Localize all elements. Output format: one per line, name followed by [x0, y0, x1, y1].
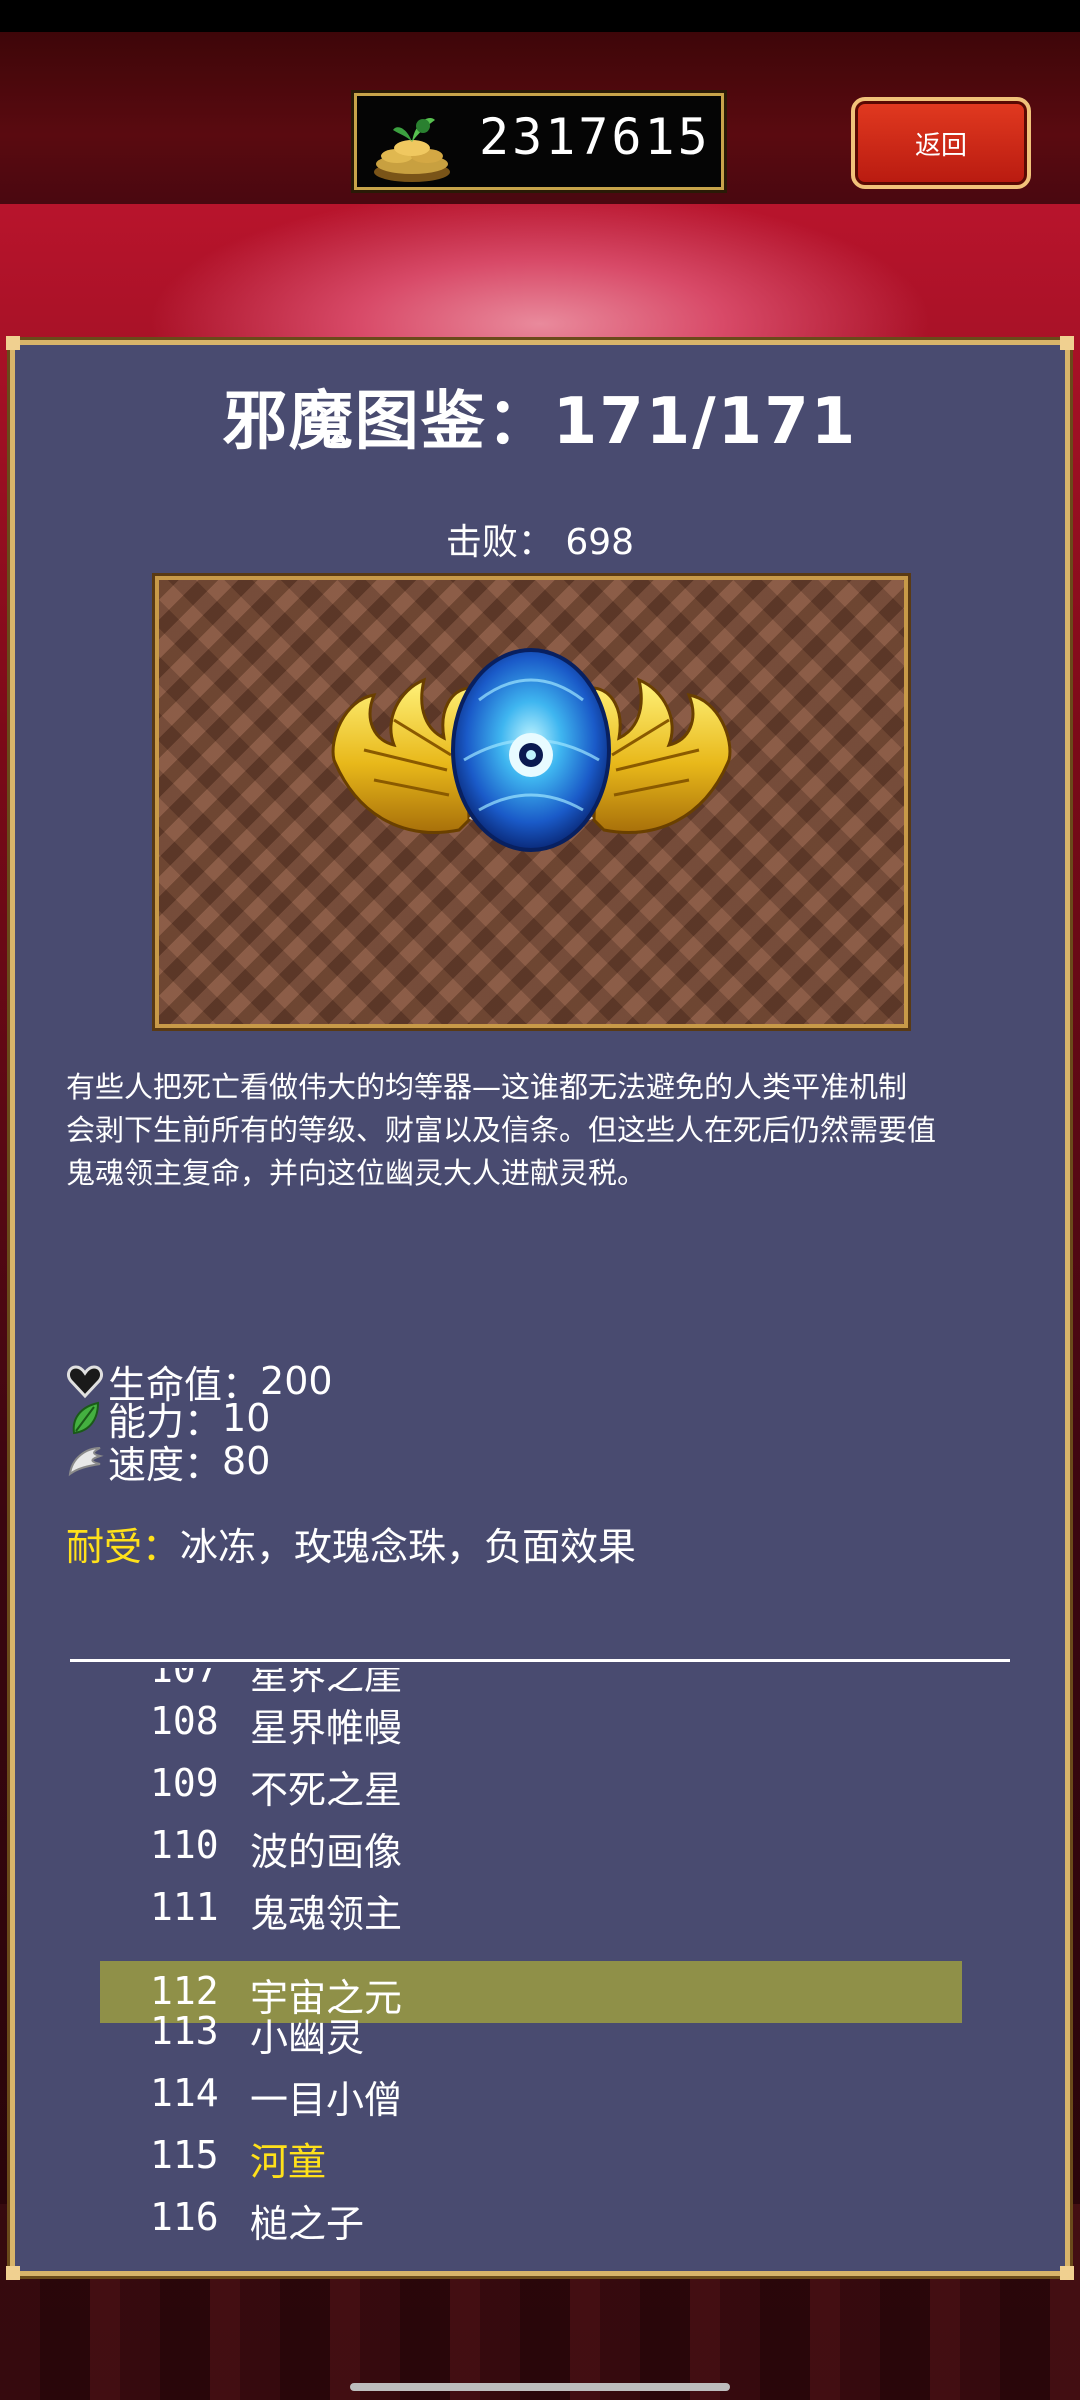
resistance-value: 冰冻，玫瑰念珠，负面效果: [180, 1525, 637, 1569]
stat-value: 80: [222, 1439, 271, 1483]
monster-description: 有些人把死亡看做伟大的均等器—这谁都无法避免的人类平准机制 会剥下生前所有的等级…: [66, 1066, 1006, 1195]
frame-corner: [1060, 2266, 1074, 2280]
list-item[interactable]: 111 鬼魂领主: [70, 1876, 1010, 1938]
resistance-row: 耐受：冰冻，玫瑰念珠，负面效果: [66, 1516, 636, 1571]
resistance-label: 耐受：: [66, 1525, 181, 1569]
list-item[interactable]: 108 星界帷幔: [70, 1690, 1010, 1752]
leaf-icon: [72, 1401, 100, 1435]
frame-corner: [1060, 336, 1074, 350]
heart-icon: [67, 1365, 103, 1399]
monster-list[interactable]: 107 星界之崖 108 星界帷幔 109 不死之星 110 波的画像 111 …: [70, 1668, 1010, 2265]
gesture-nav-handle[interactable]: [350, 2383, 730, 2391]
status-bar: [0, 0, 1080, 32]
bestiary-title: 邪魔图鉴：171/171: [222, 385, 858, 459]
coin-counter: 2317615: [354, 93, 724, 190]
list-divider: [70, 1659, 1010, 1662]
list-item[interactable]: 113 小幽灵: [70, 2000, 1010, 2062]
description-line: 鬼魂领主复命，并向这位幽灵大人进献灵税。: [66, 1156, 647, 1190]
description-line: 会剥下生前所有的等级、财富以及信条。但这些人在死后仍然需要值: [66, 1113, 937, 1147]
back-button[interactable]: 返回: [851, 97, 1031, 189]
coin-stack-with-sprout-icon: [374, 118, 450, 182]
description-line: 有些人把死亡看做伟大的均等器—这谁都无法避免的人类平准机制: [66, 1070, 908, 1104]
stat-value: 200: [260, 1359, 333, 1403]
monster-portrait: [155, 576, 908, 1028]
wing-icon: [68, 1447, 104, 1477]
defeat-count-line: 击败： 698: [0, 513, 1080, 565]
winged-egg-monster-image: [331, 648, 732, 852]
list-item[interactable]: 110 波的画像: [70, 1814, 1010, 1876]
list-item[interactable]: 114 一目小僧: [70, 2062, 1010, 2124]
stat-label: 速度: [108, 1442, 185, 1487]
defeated-count: 698: [565, 522, 635, 563]
list-item[interactable]: 109 不死之星: [70, 1752, 1010, 1814]
coin-count: 2317615: [479, 108, 711, 166]
list-item[interactable]: 116 槌之子: [70, 2186, 1010, 2248]
defeated-label: 击败：: [445, 522, 554, 563]
list-item[interactable]: 115 河童: [70, 2124, 1010, 2186]
frame-corner: [6, 2266, 20, 2280]
stat-value: 10: [222, 1396, 271, 1440]
stat-speed: 速度： 80: [66, 1439, 271, 1487]
frame-corner: [6, 336, 20, 350]
